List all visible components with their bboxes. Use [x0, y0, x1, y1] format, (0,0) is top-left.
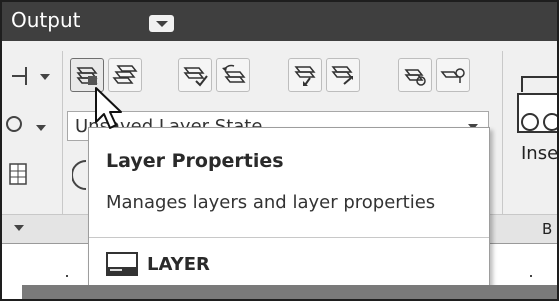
layer-isolate-button[interactable] — [436, 58, 470, 92]
panel-separator — [502, 51, 503, 221]
layer-walk-icon — [404, 69, 426, 86]
tooltip-description: Manages layers and layer properties — [106, 192, 436, 213]
layer-change-icon — [331, 66, 353, 85]
layer-check-icon — [183, 67, 208, 87]
layer-stack-icon — [112, 65, 138, 84]
insert-label[interactable]: Inse — [521, 143, 557, 164]
mouse-cursor-icon — [95, 87, 122, 129]
panel-title-block[interactable]: B — [542, 220, 552, 238]
tooltip-divider — [89, 237, 489, 238]
grid-dot — [66, 275, 68, 277]
figure-shadow — [22, 285, 557, 299]
left-clipped-control[interactable] — [6, 114, 51, 142]
layer-properties-icon — [76, 67, 98, 85]
command-line-icon — [106, 252, 138, 276]
tab-output[interactable]: Output — [11, 8, 80, 32]
autocad-ribbon-screenshot: Output Inse B Layer Properties Manages l… — [0, 0, 559, 301]
tooltip-layer-properties: Layer Properties Manages layers and laye… — [88, 127, 490, 290]
ribbon-tab-bar: Output — [2, 2, 557, 41]
panel-separator — [62, 51, 63, 221]
match-layer-button[interactable] — [288, 58, 322, 92]
layer-previous-button[interactable] — [216, 58, 250, 92]
insert-block-icon[interactable] — [512, 72, 559, 136]
layer-walk-button[interactable] — [398, 58, 432, 92]
line-tool-icon — [12, 67, 50, 85]
tooltip-title: Layer Properties — [106, 150, 284, 172]
tooltip-command-name: LAYER — [147, 254, 210, 275]
left-clipped-control[interactable] — [10, 62, 55, 94]
left-clipped-control[interactable] — [8, 162, 30, 192]
change-to-current-button[interactable] — [326, 58, 360, 92]
table-icon — [9, 163, 27, 185]
layer-previous-icon — [222, 64, 246, 83]
circle-tool-icon — [6, 116, 46, 132]
grid-dot — [530, 275, 532, 277]
chevron-down-icon[interactable] — [149, 15, 174, 32]
panel-collapse-arrow-icon[interactable] — [14, 225, 24, 231]
make-current-button[interactable] — [178, 58, 212, 92]
layer-isolate-icon — [440, 68, 465, 83]
layer-match-icon — [294, 66, 316, 86]
